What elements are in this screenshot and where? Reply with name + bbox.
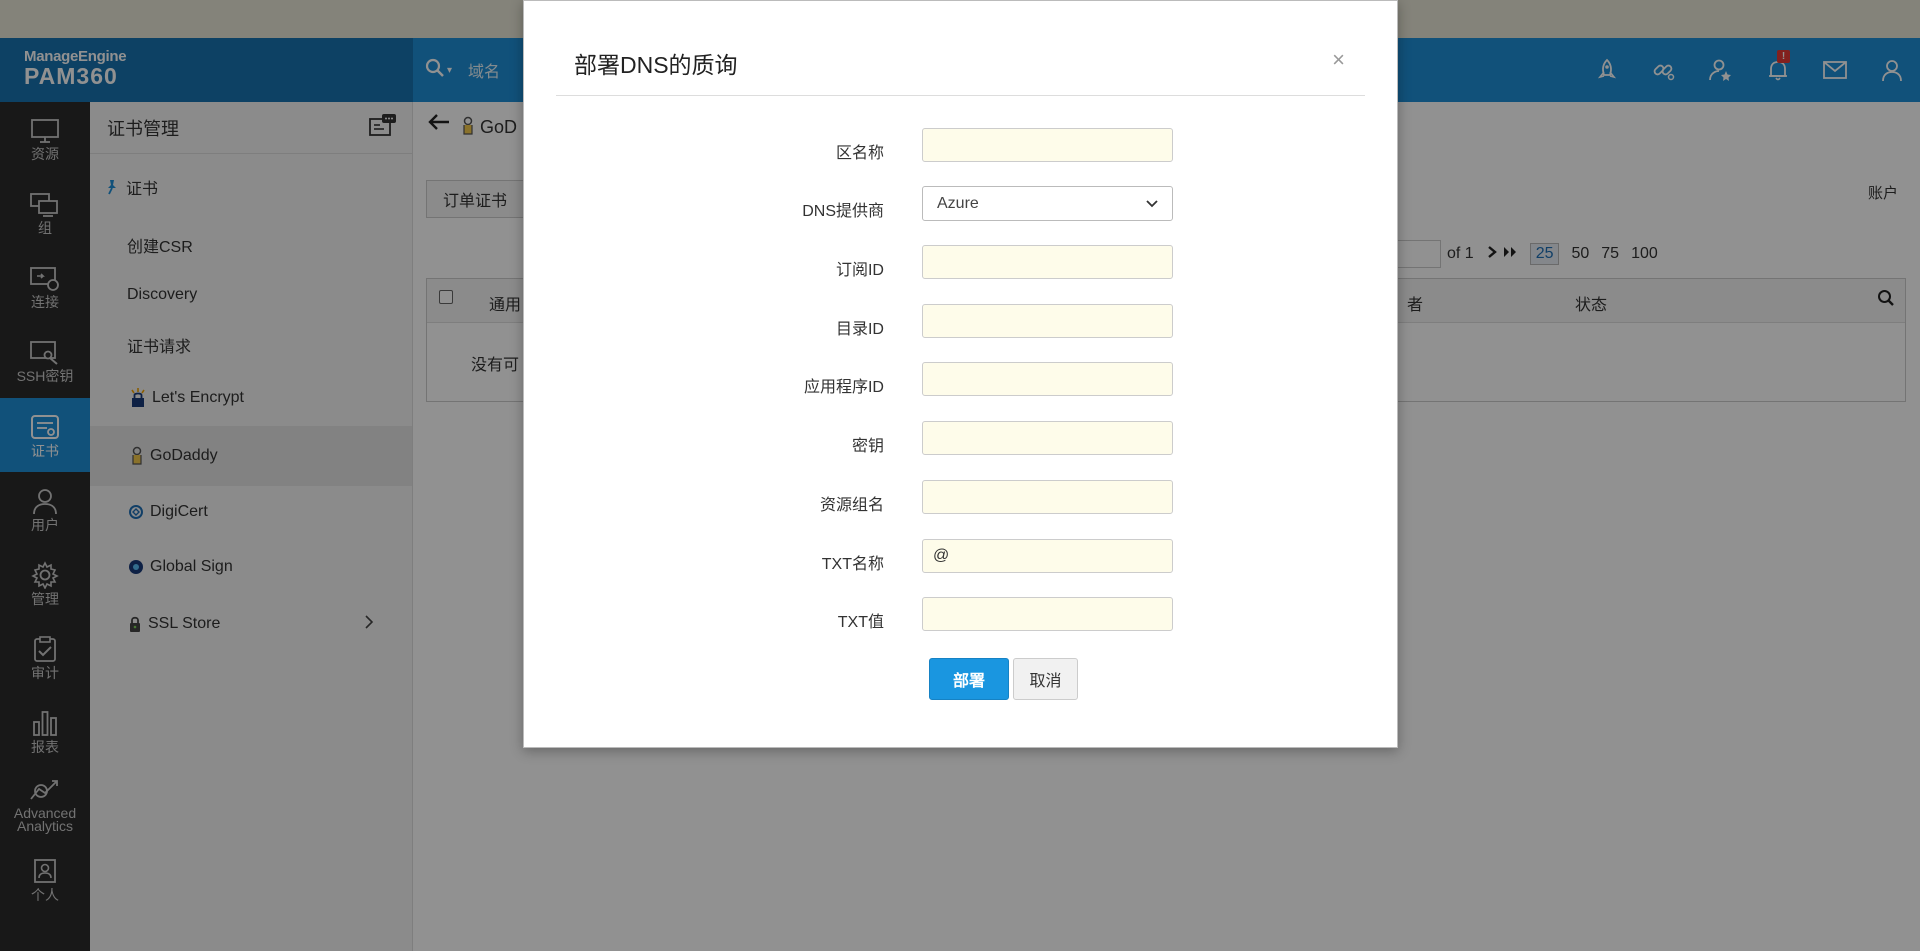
txt-value-input[interactable]	[922, 597, 1173, 631]
dns-provider-label: DNS提供商	[802, 203, 884, 220]
form-row-resource-group: 资源组名	[524, 480, 1399, 516]
txt-value-label: TXT值	[837, 614, 884, 631]
form-row-zone-name: 区名称	[524, 128, 1399, 164]
form-row-txt-name: TXT名称 @	[524, 539, 1399, 575]
form-row-dns-provider: DNS提供商 Azure	[524, 186, 1399, 222]
application-id-label: 应用程序ID	[803, 379, 884, 396]
secret-key-input[interactable]	[922, 421, 1173, 455]
secret-key-label: 密钥	[851, 438, 884, 455]
form-row-txt-value: TXT值	[524, 597, 1399, 633]
directory-id-label: 目录ID	[835, 321, 884, 338]
resource-group-label: 资源组名	[819, 497, 884, 514]
zone-name-input[interactable]	[922, 128, 1173, 162]
form-row-application-id: 应用程序ID	[524, 362, 1399, 398]
dns-provider-select[interactable]: Azure	[922, 186, 1173, 221]
resource-group-input[interactable]	[922, 480, 1173, 514]
subscription-id-label: 订阅ID	[835, 262, 884, 279]
application-id-input[interactable]	[922, 362, 1173, 396]
deploy-dns-challenge-dialog: 部署DNS的质询 × 区名称 DNS提供商 Azure 订阅ID 目录ID 应用…	[523, 0, 1398, 748]
close-icon[interactable]: ×	[1332, 47, 1345, 73]
zone-name-label: 区名称	[835, 145, 884, 162]
txt-name-label: TXT名称	[821, 556, 884, 573]
directory-id-input[interactable]	[922, 304, 1173, 338]
form-row-secret-key: 密钥	[524, 421, 1399, 457]
form-row-directory-id: 目录ID	[524, 304, 1399, 340]
form-row-subscription-id: 订阅ID	[524, 245, 1399, 281]
dialog-divider	[556, 95, 1365, 96]
dialog-title: 部署DNS的质询	[574, 52, 738, 78]
deploy-button[interactable]: 部署	[929, 658, 1009, 700]
dns-provider-value: Azure	[937, 194, 979, 212]
txt-name-input[interactable]: @	[922, 539, 1173, 573]
chevron-down-icon	[1146, 199, 1158, 207]
cancel-button[interactable]: 取消	[1013, 658, 1078, 700]
subscription-id-input[interactable]	[922, 245, 1173, 279]
